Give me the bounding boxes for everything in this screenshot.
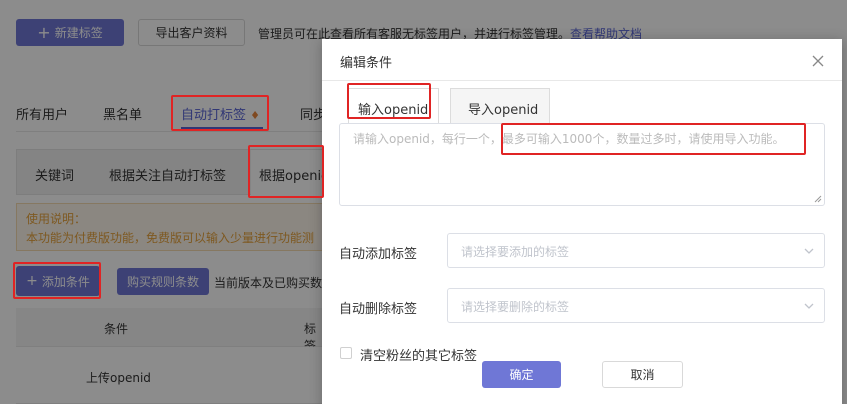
add-tag-select[interactable]: 请选择要添加的标签 (447, 233, 825, 268)
clear-tags-checkbox[interactable] (340, 347, 352, 359)
modal-title: 编辑条件 (340, 56, 393, 71)
cancel-label: 取消 (630, 368, 655, 382)
remove-tag-placeholder: 请选择要删除的标签 (461, 300, 570, 314)
chevron-down-icon (804, 248, 814, 254)
resize-handle-icon[interactable] (814, 195, 822, 203)
clear-tags-label[interactable]: 清空粉丝的其它标签 (360, 345, 477, 364)
cancel-button[interactable]: 取消 (602, 361, 683, 388)
textarea-placeholder: 请输入openid，每行一个，最多可输入1000个，数量过多时，请使用导入功能。 (353, 132, 785, 146)
edit-condition-modal: 编辑条件 输入openid 导入openid 请输入openid，每行一个，最多… (322, 39, 842, 404)
confirm-button[interactable]: 确定 (482, 361, 561, 388)
add-tag-label: 自动添加标签 (339, 247, 418, 262)
remove-tag-select[interactable]: 请选择要删除的标签 (447, 288, 825, 323)
tab-import-openid[interactable]: 导入openid (450, 88, 550, 125)
remove-tag-label: 自动删除标签 (339, 302, 418, 317)
add-tag-placeholder: 请选择要添加的标签 (461, 245, 570, 259)
openid-textarea[interactable]: 请输入openid，每行一个，最多可输入1000个，数量过多时，请使用导入功能。 (339, 123, 825, 206)
tab-label: 输入openid (358, 103, 429, 118)
tab-label: 导入openid (468, 103, 539, 118)
tab-input-openid[interactable]: 输入openid (348, 88, 439, 125)
close-icon[interactable] (812, 55, 824, 67)
confirm-label: 确定 (509, 368, 534, 382)
chevron-down-icon (804, 303, 814, 309)
modal-header: 编辑条件 (322, 39, 842, 81)
